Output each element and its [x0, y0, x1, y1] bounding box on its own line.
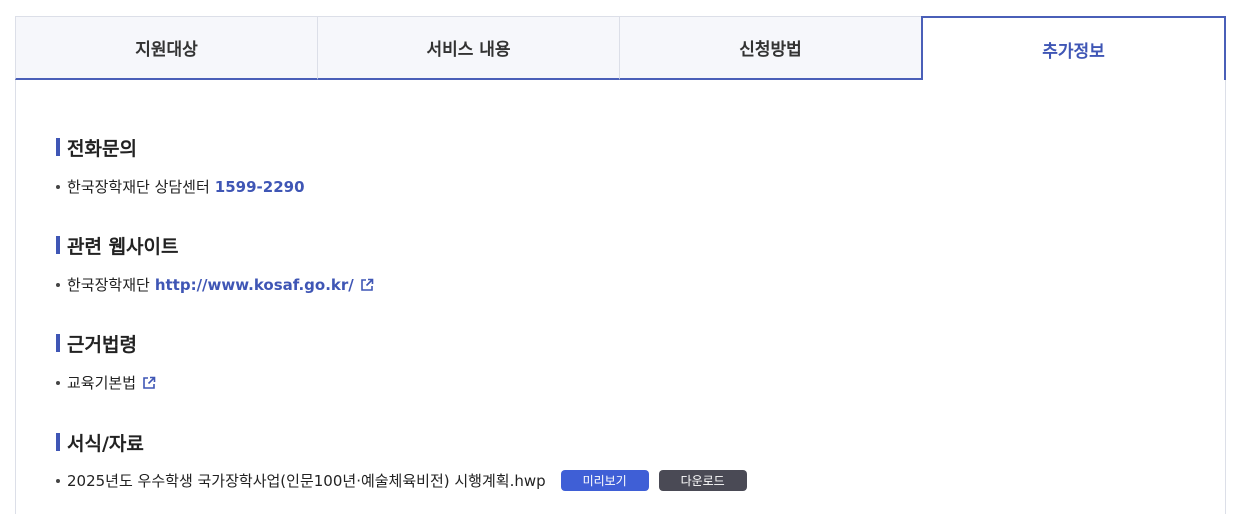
info-container: 지원대상 서비스 내용 신청방법 추가정보 전화문의 한국장학재단 상담센터 1… — [15, 16, 1226, 514]
bullet — [56, 282, 60, 287]
website-label: 한국장학재단 — [67, 276, 150, 294]
section-marker — [56, 334, 60, 352]
tab-eligibility[interactable]: 지원대상 — [15, 16, 318, 80]
section-marker — [56, 433, 60, 451]
tab-panel: 전화문의 한국장학재단 상담센터 1599-2290 관련 웹사이트 한국장학재… — [15, 80, 1226, 514]
tab-service-content[interactable]: 서비스 내용 — [317, 16, 620, 80]
list-item: 한국장학재단 상담센터 1599-2290 — [56, 176, 305, 197]
list-item: 교육기본법 — [56, 372, 156, 393]
section-title: 근거법령 — [67, 333, 137, 356]
section-website: 관련 웹사이트 — [56, 233, 179, 258]
section-marker — [56, 138, 60, 156]
section-phone: 전화문의 — [56, 135, 137, 160]
bullet — [56, 184, 60, 189]
phone-number: 1599-2290 — [214, 177, 305, 196]
section-forms: 서식/자료 — [56, 430, 144, 455]
section-title: 관련 웹사이트 — [67, 235, 179, 258]
section-title: 서식/자료 — [67, 432, 144, 455]
tab-bar: 지원대상 서비스 내용 신청방법 추가정보 — [15, 16, 1226, 80]
tab-application-method[interactable]: 신청방법 — [619, 16, 922, 80]
external-link-icon[interactable] — [142, 376, 156, 390]
file-name: 2025년도 우수학생 국가장학사업(인문100년·예술체육비전) 시행계획.h… — [67, 472, 546, 490]
bullet — [56, 380, 60, 385]
download-button[interactable]: 다운로드 — [658, 470, 747, 491]
tab-additional-info[interactable]: 추가정보 — [921, 16, 1226, 80]
website-link[interactable]: http://www.kosaf.go.kr/ — [155, 276, 354, 294]
preview-button[interactable]: 미리보기 — [560, 470, 649, 491]
law-name: 교육기본법 — [67, 374, 137, 392]
list-item: 한국장학재단 http://www.kosaf.go.kr/ — [56, 274, 374, 295]
external-link-icon[interactable] — [360, 278, 374, 292]
list-item: 2025년도 우수학생 국가장학사업(인문100년·예술체육비전) 시행계획.h… — [56, 470, 747, 491]
bullet — [56, 478, 60, 483]
section-title: 전화문의 — [67, 137, 137, 160]
phone-label: 한국장학재단 상담센터 — [67, 178, 210, 196]
section-marker — [56, 236, 60, 254]
section-law: 근거법령 — [56, 331, 137, 356]
